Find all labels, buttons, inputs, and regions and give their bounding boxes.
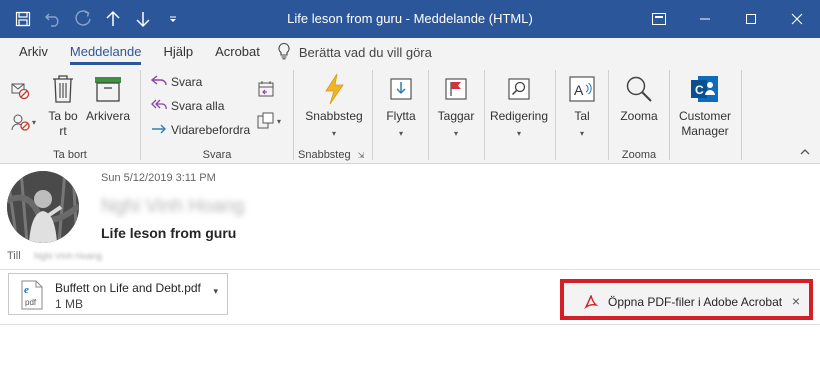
delete-label: Ta bort (48, 109, 78, 138)
ribbon-separator (669, 70, 670, 160)
move-label: Flytta (386, 109, 416, 123)
archive-icon (84, 72, 132, 106)
reply-icon (150, 74, 167, 91)
attachment-name: Buffett on Life and Debt.pdf (55, 281, 201, 295)
lightbulb-icon (277, 42, 291, 63)
ribbon-separator (741, 70, 742, 160)
body-divider (0, 324, 820, 325)
flag-icon (431, 72, 481, 106)
svg-text:pdf: pdf (25, 298, 37, 307)
quicksteps-button[interactable]: Snabbsteg ▾ (298, 72, 370, 141)
adobe-acrobat-icon (584, 294, 599, 312)
archive-button[interactable]: Arkivera (84, 72, 132, 124)
delete-button[interactable]: Ta bort (47, 72, 79, 139)
lightning-icon (298, 72, 370, 106)
avatar (7, 171, 79, 243)
zoom-button[interactable]: Zooma (613, 72, 665, 124)
move-icon (377, 72, 425, 106)
open-in-acrobat-link[interactable]: Öppna PDF-filer i Adobe Acrobat (608, 295, 782, 309)
maximize-icon[interactable] (728, 0, 774, 38)
speech-button[interactable]: A Tal ▾ (562, 72, 602, 141)
ribbon-separator (555, 70, 556, 160)
message-date: Sun 5/12/2019 3:11 PM (101, 172, 216, 184)
group-delete: ▾ Ta bort Arkivera Ta bort (0, 66, 140, 164)
tell-me-text: Berätta vad du vill göra (298, 44, 432, 60)
group-quicksteps-label: Snabbsteg ⇲ (298, 149, 365, 161)
header-divider (0, 269, 820, 270)
pdf-file-icon: e pdf (18, 280, 46, 310)
attachment-dropdown-icon[interactable]: ▾ (213, 286, 218, 297)
acrobat-notification: Öppna PDF-filer i Adobe Acrobat × (560, 279, 813, 320)
ribbon-separator (372, 70, 373, 160)
svg-text:e: e (24, 284, 29, 296)
minimize-icon[interactable] (682, 0, 728, 38)
message-subject: Life leson from guru (101, 225, 237, 241)
reply-button[interactable]: Svara (150, 71, 203, 93)
svg-text:A: A (574, 82, 584, 98)
customer-manager-icon: C (674, 72, 736, 106)
ribbon: ▾ Ta bort Arkivera Ta bort Svara Svara a… (0, 66, 820, 164)
ribbon-display-icon[interactable] (636, 0, 682, 38)
move-button[interactable]: Flytta ▾ (377, 72, 425, 141)
dialog-launcher-icon[interactable]: ⇲ (358, 151, 365, 160)
tab-meddelande[interactable]: Meddelande (59, 38, 153, 66)
meeting-reply-icon[interactable] (257, 80, 275, 101)
editing-label: Redigering (489, 109, 549, 123)
tags-button[interactable]: Taggar ▾ (431, 72, 481, 141)
group-respond: Svara Svara alla Vidarebefordra ▾ Svara (141, 66, 293, 164)
window-controls (636, 0, 820, 38)
group-delete-label: Ta bort (53, 149, 87, 161)
attachment-size: 1 MB (55, 297, 84, 311)
customer-manager-label-1: Customer (678, 109, 731, 123)
to-recipient[interactable]: Nghi Vinh Hoang (34, 251, 102, 261)
reply-all-label: Svara alla (171, 99, 225, 113)
more-respond-icon[interactable]: ▾ (257, 112, 281, 130)
group-quicksteps: Snabbsteg ▾ Snabbsteg ⇲ (294, 66, 372, 164)
ribbon-separator (428, 70, 429, 160)
tab-acrobat[interactable]: Acrobat (204, 38, 271, 66)
ignore-icon[interactable] (10, 80, 30, 103)
close-notification-icon[interactable]: × (792, 293, 800, 309)
collapse-ribbon-icon[interactable] (800, 144, 810, 158)
svg-text:C: C (695, 83, 704, 97)
close-icon[interactable] (774, 0, 820, 38)
attachment-card[interactable]: e pdf Buffett on Life and Debt.pdf 1 MB ▾ (8, 273, 228, 315)
sender-name[interactable]: Nghi Vinh Hoang (101, 196, 244, 218)
archive-label: Arkivera (85, 109, 130, 123)
reply-all-icon (151, 98, 167, 115)
title-bar: Life leson from guru - Meddelande (HTML) (0, 0, 820, 38)
zoom-label: Zooma (620, 109, 658, 123)
group-zoom: Zooma Zooma (609, 66, 669, 164)
quicksteps-label: Snabbsteg (305, 109, 363, 123)
trash-icon (47, 72, 79, 106)
tab-arkiv[interactable]: Arkiv (8, 38, 59, 66)
reply-label: Svara (171, 75, 203, 89)
forward-button[interactable]: Vidarebefordra (151, 119, 250, 141)
tags-label: Taggar (437, 109, 475, 123)
forward-label: Vidarebefordra (171, 123, 251, 137)
reply-all-button[interactable]: Svara alla (151, 95, 224, 117)
junk-icon[interactable]: ▾ (10, 112, 36, 132)
magnifier-icon (613, 72, 665, 106)
speech-label: Tal (574, 109, 590, 123)
group-respond-label: Svara (202, 149, 232, 161)
forward-icon (151, 122, 167, 139)
customer-manager-button[interactable]: C Customer Manager (674, 72, 736, 139)
ribbon-separator (484, 70, 485, 160)
tab-hjalp[interactable]: Hjälp (152, 38, 204, 66)
group-zoom-label: Zooma (621, 149, 657, 161)
customer-manager-label-2: Manager (681, 124, 729, 138)
tell-me-search[interactable]: Berätta vad du vill göra (277, 42, 432, 63)
read-aloud-icon: A (562, 72, 602, 106)
search-icon (487, 72, 551, 106)
editing-button[interactable]: Redigering ▾ (487, 72, 551, 141)
ribbon-tabs: Arkiv Meddelande Hjälp Acrobat Berätta v… (0, 38, 820, 66)
to-label: Till (7, 250, 21, 262)
